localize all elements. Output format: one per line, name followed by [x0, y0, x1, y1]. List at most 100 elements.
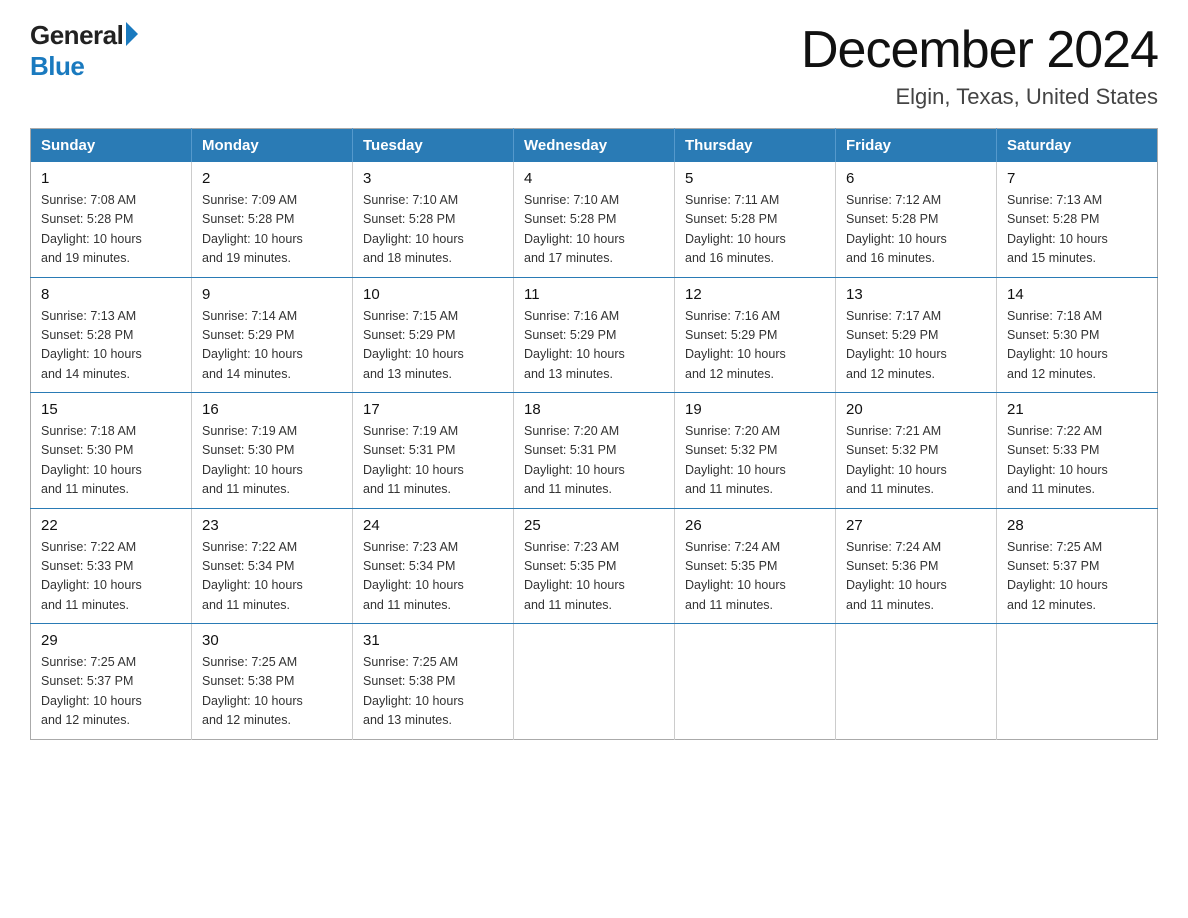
day-info: Sunrise: 7:20 AMSunset: 5:31 PMDaylight:…	[524, 422, 664, 500]
day-info: Sunrise: 7:14 AMSunset: 5:29 PMDaylight:…	[202, 307, 342, 385]
calendar-day-cell: 5 Sunrise: 7:11 AMSunset: 5:28 PMDaylight…	[675, 162, 836, 277]
logo: General Blue	[30, 20, 138, 82]
day-info: Sunrise: 7:17 AMSunset: 5:29 PMDaylight:…	[846, 307, 986, 385]
weekday-header-sunday: Sunday	[31, 129, 192, 163]
weekday-header-saturday: Saturday	[997, 129, 1158, 163]
day-info: Sunrise: 7:24 AMSunset: 5:36 PMDaylight:…	[846, 538, 986, 616]
calendar-day-cell: 27 Sunrise: 7:24 AMSunset: 5:36 PMDayligh…	[836, 508, 997, 624]
day-info: Sunrise: 7:08 AMSunset: 5:28 PMDaylight:…	[41, 191, 181, 269]
day-number: 1	[41, 170, 181, 187]
logo-blue: Blue	[30, 51, 84, 82]
day-number: 15	[41, 401, 181, 418]
day-number: 21	[1007, 401, 1147, 418]
calendar-day-cell: 7Sunrise: 7:13 AMSunset: 5:28 PMDaylight…	[997, 162, 1158, 277]
calendar-day-cell: 28 Sunrise: 7:25 AMSunset: 5:37 PMDayligh…	[997, 508, 1158, 624]
day-number: 17	[363, 401, 503, 418]
day-info: Sunrise: 7:22 AMSunset: 5:33 PMDaylight:…	[1007, 422, 1147, 500]
weekday-header-tuesday: Tuesday	[353, 129, 514, 163]
calendar-day-cell: 17 Sunrise: 7:19 AMSunset: 5:31 PMDayligh…	[353, 393, 514, 509]
day-number: 11	[524, 286, 664, 303]
day-info: Sunrise: 7:23 AMSunset: 5:34 PMDaylight:…	[363, 538, 503, 616]
page-header: General Blue December 2024 Elgin, Texas,…	[30, 20, 1158, 110]
day-info: Sunrise: 7:15 AMSunset: 5:29 PMDaylight:…	[363, 307, 503, 385]
day-info: Sunrise: 7:22 AMSunset: 5:34 PMDaylight:…	[202, 538, 342, 616]
day-info: Sunrise: 7:25 AMSunset: 5:37 PMDaylight:…	[1007, 538, 1147, 616]
day-info: Sunrise: 7:25 AMSunset: 5:38 PMDaylight:…	[202, 653, 342, 731]
day-info: Sunrise: 7:24 AMSunset: 5:35 PMDaylight:…	[685, 538, 825, 616]
calendar-day-cell: 12 Sunrise: 7:16 AMSunset: 5:29 PMDayligh…	[675, 277, 836, 393]
day-number: 12	[685, 286, 825, 303]
logo-arrow-icon	[126, 22, 138, 46]
calendar-week-row: 22 Sunrise: 7:22 AMSunset: 5:33 PMDayligh…	[31, 508, 1158, 624]
day-number: 3	[363, 170, 503, 187]
calendar-day-cell: 23Sunrise: 7:22 AMSunset: 5:34 PMDayligh…	[192, 508, 353, 624]
calendar-day-cell: 29Sunrise: 7:25 AMSunset: 5:37 PMDayligh…	[31, 624, 192, 740]
day-number: 10	[363, 286, 503, 303]
day-number: 28	[1007, 517, 1147, 534]
calendar-day-cell: 3 Sunrise: 7:10 AMSunset: 5:28 PMDaylight…	[353, 162, 514, 277]
calendar-week-row: 8 Sunrise: 7:13 AMSunset: 5:28 PMDaylight…	[31, 277, 1158, 393]
day-number: 5	[685, 170, 825, 187]
day-info: Sunrise: 7:11 AMSunset: 5:28 PMDaylight:…	[685, 191, 825, 269]
calendar-day-cell: 6 Sunrise: 7:12 AMSunset: 5:28 PMDaylight…	[836, 162, 997, 277]
day-number: 7	[1007, 170, 1147, 187]
day-info: Sunrise: 7:16 AMSunset: 5:29 PMDaylight:…	[524, 307, 664, 385]
day-info: Sunrise: 7:22 AMSunset: 5:33 PMDaylight:…	[41, 538, 181, 616]
weekday-header-wednesday: Wednesday	[514, 129, 675, 163]
day-info: Sunrise: 7:18 AMSunset: 5:30 PMDaylight:…	[41, 422, 181, 500]
calendar-day-cell: 21 Sunrise: 7:22 AMSunset: 5:33 PMDayligh…	[997, 393, 1158, 509]
weekday-header-thursday: Thursday	[675, 129, 836, 163]
location-title: Elgin, Texas, United States	[801, 84, 1158, 110]
calendar-day-cell: 16 Sunrise: 7:19 AMSunset: 5:30 PMDayligh…	[192, 393, 353, 509]
calendar-day-cell: 22 Sunrise: 7:22 AMSunset: 5:33 PMDayligh…	[31, 508, 192, 624]
day-info: Sunrise: 7:10 AMSunset: 5:28 PMDaylight:…	[524, 191, 664, 269]
calendar-day-cell: 10 Sunrise: 7:15 AMSunset: 5:29 PMDayligh…	[353, 277, 514, 393]
day-number: 9	[202, 286, 342, 303]
day-number: 4	[524, 170, 664, 187]
day-info: Sunrise: 7:19 AMSunset: 5:30 PMDaylight:…	[202, 422, 342, 500]
calendar-day-cell	[675, 624, 836, 740]
day-number: 27	[846, 517, 986, 534]
calendar-day-cell	[997, 624, 1158, 740]
day-info: Sunrise: 7:12 AMSunset: 5:28 PMDaylight:…	[846, 191, 986, 269]
day-info: Sunrise: 7:13 AMSunset: 5:28 PMDaylight:…	[41, 307, 181, 385]
calendar-week-row: 15 Sunrise: 7:18 AMSunset: 5:30 PMDayligh…	[31, 393, 1158, 509]
calendar-day-cell: 20Sunrise: 7:21 AMSunset: 5:32 PMDayligh…	[836, 393, 997, 509]
day-info: Sunrise: 7:21 AMSunset: 5:32 PMDaylight:…	[846, 422, 986, 500]
month-title: December 2024	[801, 20, 1158, 80]
day-info: Sunrise: 7:23 AMSunset: 5:35 PMDaylight:…	[524, 538, 664, 616]
day-info: Sunrise: 7:25 AMSunset: 5:37 PMDaylight:…	[41, 653, 181, 731]
weekday-header-friday: Friday	[836, 129, 997, 163]
day-number: 18	[524, 401, 664, 418]
weekday-header-row: SundayMondayTuesdayWednesdayThursdayFrid…	[31, 129, 1158, 163]
day-number: 13	[846, 286, 986, 303]
logo-general: General	[30, 20, 123, 51]
day-number: 22	[41, 517, 181, 534]
title-area: December 2024 Elgin, Texas, United State…	[801, 20, 1158, 110]
day-info: Sunrise: 7:16 AMSunset: 5:29 PMDaylight:…	[685, 307, 825, 385]
calendar-day-cell: 25 Sunrise: 7:23 AMSunset: 5:35 PMDayligh…	[514, 508, 675, 624]
day-number: 14	[1007, 286, 1147, 303]
calendar-week-row: 1 Sunrise: 7:08 AMSunset: 5:28 PMDaylight…	[31, 162, 1158, 277]
day-number: 8	[41, 286, 181, 303]
calendar-day-cell: 15 Sunrise: 7:18 AMSunset: 5:30 PMDayligh…	[31, 393, 192, 509]
calendar-day-cell	[514, 624, 675, 740]
day-info: Sunrise: 7:10 AMSunset: 5:28 PMDaylight:…	[363, 191, 503, 269]
calendar-day-cell: 14Sunrise: 7:18 AMSunset: 5:30 PMDayligh…	[997, 277, 1158, 393]
day-number: 30	[202, 632, 342, 649]
calendar-week-row: 29Sunrise: 7:25 AMSunset: 5:37 PMDayligh…	[31, 624, 1158, 740]
day-number: 26	[685, 517, 825, 534]
day-number: 6	[846, 170, 986, 187]
day-number: 16	[202, 401, 342, 418]
calendar-day-cell: 1 Sunrise: 7:08 AMSunset: 5:28 PMDaylight…	[31, 162, 192, 277]
calendar-day-cell: 2Sunrise: 7:09 AMSunset: 5:28 PMDaylight…	[192, 162, 353, 277]
calendar-day-cell: 18 Sunrise: 7:20 AMSunset: 5:31 PMDayligh…	[514, 393, 675, 509]
calendar-table: SundayMondayTuesdayWednesdayThursdayFrid…	[30, 128, 1158, 740]
calendar-day-cell: 8 Sunrise: 7:13 AMSunset: 5:28 PMDaylight…	[31, 277, 192, 393]
day-info: Sunrise: 7:19 AMSunset: 5:31 PMDaylight:…	[363, 422, 503, 500]
day-info: Sunrise: 7:20 AMSunset: 5:32 PMDaylight:…	[685, 422, 825, 500]
calendar-day-cell: 11 Sunrise: 7:16 AMSunset: 5:29 PMDayligh…	[514, 277, 675, 393]
calendar-day-cell: 4 Sunrise: 7:10 AMSunset: 5:28 PMDaylight…	[514, 162, 675, 277]
day-number: 25	[524, 517, 664, 534]
calendar-day-cell: 13 Sunrise: 7:17 AMSunset: 5:29 PMDayligh…	[836, 277, 997, 393]
